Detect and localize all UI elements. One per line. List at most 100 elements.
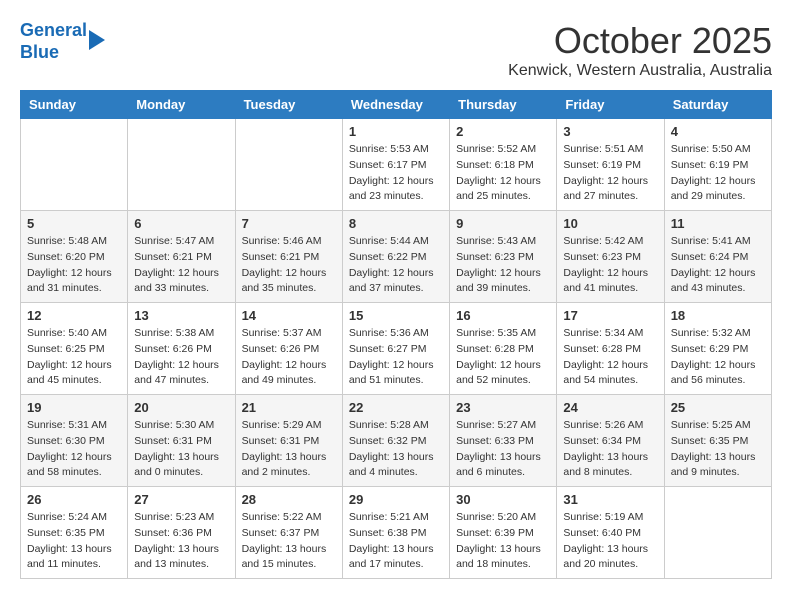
day-number: 11 xyxy=(671,216,765,231)
calendar-cell: 23 Sunrise: 5:27 AM Sunset: 6:33 PM Dayli… xyxy=(450,395,557,487)
day-info: Sunrise: 5:35 AM Sunset: 6:28 PM Dayligh… xyxy=(456,326,550,389)
day-info: Sunrise: 5:28 AM Sunset: 6:32 PM Dayligh… xyxy=(349,418,443,481)
calendar-cell: 11 Sunrise: 5:41 AM Sunset: 6:24 PM Dayli… xyxy=(664,211,771,303)
day-info: Sunrise: 5:19 AM Sunset: 6:40 PM Dayligh… xyxy=(563,510,657,573)
calendar-cell: 24 Sunrise: 5:26 AM Sunset: 6:34 PM Dayli… xyxy=(557,395,664,487)
day-number: 7 xyxy=(242,216,336,231)
day-info: Sunrise: 5:37 AM Sunset: 6:26 PM Dayligh… xyxy=(242,326,336,389)
day-number: 27 xyxy=(134,492,228,507)
calendar-row-1: 5Sunrise: 5:48 AM Sunset: 6:20 PM Daylig… xyxy=(21,211,772,303)
day-number: 16 xyxy=(456,308,550,323)
calendar-row-0: 1 Sunrise: 5:53 AM Sunset: 6:17 PM Daylig… xyxy=(21,119,772,211)
calendar-table: SundayMondayTuesdayWednesdayThursdayFrid… xyxy=(20,90,772,579)
day-info: Sunrise: 5:41 AM Sunset: 6:24 PM Dayligh… xyxy=(671,234,765,297)
day-info: Sunrise: 5:23 AM Sunset: 6:36 PM Dayligh… xyxy=(134,510,228,573)
day-info: Sunrise: 5:32 AM Sunset: 6:29 PM Dayligh… xyxy=(671,326,765,389)
day-number: 18 xyxy=(671,308,765,323)
day-number: 14 xyxy=(242,308,336,323)
day-info: Sunrise: 5:29 AM Sunset: 6:31 PM Dayligh… xyxy=(242,418,336,481)
logo-arrow-icon xyxy=(89,30,105,50)
day-info: Sunrise: 5:21 AM Sunset: 6:38 PM Dayligh… xyxy=(349,510,443,573)
day-number: 12 xyxy=(27,308,121,323)
weekday-header-thursday: Thursday xyxy=(450,91,557,119)
calendar-cell: 28 Sunrise: 5:22 AM Sunset: 6:37 PM Dayli… xyxy=(235,487,342,579)
day-number: 31 xyxy=(563,492,657,507)
day-info: Sunrise: 5:50 AM Sunset: 6:19 PM Dayligh… xyxy=(671,142,765,205)
calendar-cell: 3 Sunrise: 5:51 AM Sunset: 6:19 PM Daylig… xyxy=(557,119,664,211)
page-header: GeneralBlue October 2025 Kenwick, Wester… xyxy=(20,20,772,80)
calendar-cell: 14 Sunrise: 5:37 AM Sunset: 6:26 PM Dayli… xyxy=(235,303,342,395)
calendar-cell: 9 Sunrise: 5:43 AM Sunset: 6:23 PM Daylig… xyxy=(450,211,557,303)
day-info: Sunrise: 5:38 AM Sunset: 6:26 PM Dayligh… xyxy=(134,326,228,389)
calendar-header-row: SundayMondayTuesdayWednesdayThursdayFrid… xyxy=(21,91,772,119)
day-number: 15 xyxy=(349,308,443,323)
calendar-cell: 2 Sunrise: 5:52 AM Sunset: 6:18 PM Daylig… xyxy=(450,119,557,211)
day-number: 21 xyxy=(242,400,336,415)
day-number: 23 xyxy=(456,400,550,415)
calendar-row-4: 26Sunrise: 5:24 AM Sunset: 6:35 PM Dayli… xyxy=(21,487,772,579)
location-label: Kenwick, Western Australia, Australia xyxy=(508,62,772,80)
calendar-cell xyxy=(235,119,342,211)
calendar-cell: 5Sunrise: 5:48 AM Sunset: 6:20 PM Daylig… xyxy=(21,211,128,303)
weekday-header-monday: Monday xyxy=(128,91,235,119)
day-info: Sunrise: 5:22 AM Sunset: 6:37 PM Dayligh… xyxy=(242,510,336,573)
day-number: 5 xyxy=(27,216,121,231)
day-number: 30 xyxy=(456,492,550,507)
calendar-cell xyxy=(664,487,771,579)
day-info: Sunrise: 5:27 AM Sunset: 6:33 PM Dayligh… xyxy=(456,418,550,481)
calendar-cell: 22 Sunrise: 5:28 AM Sunset: 6:32 PM Dayli… xyxy=(342,395,449,487)
day-info: Sunrise: 5:26 AM Sunset: 6:34 PM Dayligh… xyxy=(563,418,657,481)
weekday-header-saturday: Saturday xyxy=(664,91,771,119)
day-info: Sunrise: 5:25 AM Sunset: 6:35 PM Dayligh… xyxy=(671,418,765,481)
day-number: 22 xyxy=(349,400,443,415)
day-number: 8 xyxy=(349,216,443,231)
calendar-cell: 13Sunrise: 5:38 AM Sunset: 6:26 PM Dayli… xyxy=(128,303,235,395)
day-number: 28 xyxy=(242,492,336,507)
day-info: Sunrise: 5:42 AM Sunset: 6:23 PM Dayligh… xyxy=(563,234,657,297)
weekday-header-friday: Friday xyxy=(557,91,664,119)
calendar-cell: 31 Sunrise: 5:19 AM Sunset: 6:40 PM Dayli… xyxy=(557,487,664,579)
calendar-cell: 26Sunrise: 5:24 AM Sunset: 6:35 PM Dayli… xyxy=(21,487,128,579)
calendar-cell: 16 Sunrise: 5:35 AM Sunset: 6:28 PM Dayli… xyxy=(450,303,557,395)
day-number: 19 xyxy=(27,400,121,415)
calendar-row-3: 19 Sunrise: 5:31 AM Sunset: 6:30 PM Dayli… xyxy=(21,395,772,487)
day-number: 26 xyxy=(27,492,121,507)
day-info: Sunrise: 5:36 AM Sunset: 6:27 PM Dayligh… xyxy=(349,326,443,389)
calendar-cell: 25 Sunrise: 5:25 AM Sunset: 6:35 PM Dayli… xyxy=(664,395,771,487)
calendar-cell: 15 Sunrise: 5:36 AM Sunset: 6:27 PM Dayli… xyxy=(342,303,449,395)
calendar-cell xyxy=(21,119,128,211)
day-number: 10 xyxy=(563,216,657,231)
day-number: 3 xyxy=(563,124,657,139)
day-info: Sunrise: 5:34 AM Sunset: 6:28 PM Dayligh… xyxy=(563,326,657,389)
day-info: Sunrise: 5:43 AM Sunset: 6:23 PM Dayligh… xyxy=(456,234,550,297)
day-info: Sunrise: 5:47 AM Sunset: 6:21 PM Dayligh… xyxy=(134,234,228,297)
day-number: 17 xyxy=(563,308,657,323)
day-number: 29 xyxy=(349,492,443,507)
day-number: 25 xyxy=(671,400,765,415)
day-number: 2 xyxy=(456,124,550,139)
day-number: 1 xyxy=(349,124,443,139)
day-info: Sunrise: 5:53 AM Sunset: 6:17 PM Dayligh… xyxy=(349,142,443,205)
calendar-cell xyxy=(128,119,235,211)
calendar-cell: 19 Sunrise: 5:31 AM Sunset: 6:30 PM Dayli… xyxy=(21,395,128,487)
calendar-row-2: 12Sunrise: 5:40 AM Sunset: 6:25 PM Dayli… xyxy=(21,303,772,395)
calendar-cell: 17 Sunrise: 5:34 AM Sunset: 6:28 PM Dayli… xyxy=(557,303,664,395)
calendar-cell: 4Sunrise: 5:50 AM Sunset: 6:19 PM Daylig… xyxy=(664,119,771,211)
calendar-cell: 30Sunrise: 5:20 AM Sunset: 6:39 PM Dayli… xyxy=(450,487,557,579)
day-number: 9 xyxy=(456,216,550,231)
weekday-header-wednesday: Wednesday xyxy=(342,91,449,119)
calendar-cell: 1 Sunrise: 5:53 AM Sunset: 6:17 PM Daylig… xyxy=(342,119,449,211)
day-info: Sunrise: 5:52 AM Sunset: 6:18 PM Dayligh… xyxy=(456,142,550,205)
day-info: Sunrise: 5:31 AM Sunset: 6:30 PM Dayligh… xyxy=(27,418,121,481)
day-number: 20 xyxy=(134,400,228,415)
day-number: 24 xyxy=(563,400,657,415)
calendar-cell: 12Sunrise: 5:40 AM Sunset: 6:25 PM Dayli… xyxy=(21,303,128,395)
day-info: Sunrise: 5:51 AM Sunset: 6:19 PM Dayligh… xyxy=(563,142,657,205)
logo: GeneralBlue xyxy=(20,20,105,63)
day-info: Sunrise: 5:46 AM Sunset: 6:21 PM Dayligh… xyxy=(242,234,336,297)
calendar-cell: 20Sunrise: 5:30 AM Sunset: 6:31 PM Dayli… xyxy=(128,395,235,487)
calendar-cell: 6Sunrise: 5:47 AM Sunset: 6:21 PM Daylig… xyxy=(128,211,235,303)
calendar-cell: 29 Sunrise: 5:21 AM Sunset: 6:38 PM Dayli… xyxy=(342,487,449,579)
calendar-cell: 21 Sunrise: 5:29 AM Sunset: 6:31 PM Dayli… xyxy=(235,395,342,487)
weekday-header-tuesday: Tuesday xyxy=(235,91,342,119)
